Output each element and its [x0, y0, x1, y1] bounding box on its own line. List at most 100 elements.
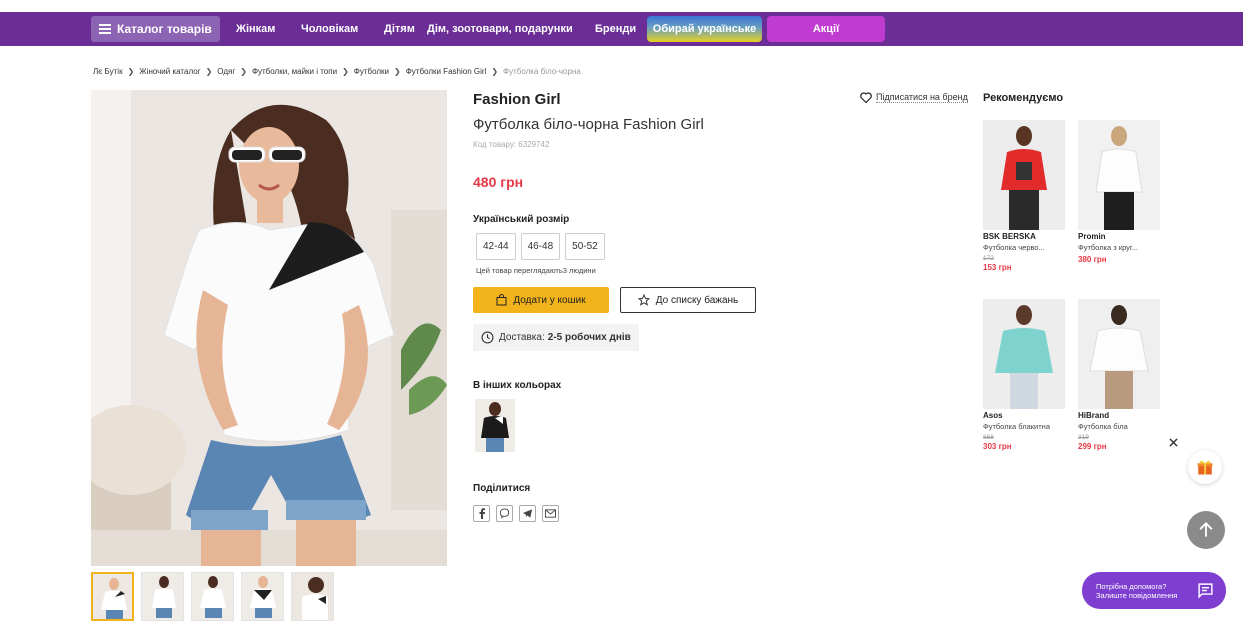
product-sku: Код товару: 6329742	[473, 140, 550, 149]
recommendation-old-price: 319	[1078, 434, 1089, 441]
recommendation-price: 303 грн	[983, 442, 1012, 451]
delivery-clock-icon	[481, 331, 494, 344]
recommendation-price: 380 грн	[1078, 255, 1107, 264]
recommendation-card-1[interactable]: BSK BERSKA Футболка черво... 172 153 грн	[983, 120, 1068, 272]
viewers-count-note: Цей товар переглядають3 людини	[476, 266, 596, 275]
viber-icon	[499, 508, 510, 519]
recommendation-image	[1078, 299, 1160, 409]
thumbnail-image	[242, 573, 283, 620]
nav-link-men[interactable]: Чоловікам	[301, 12, 358, 46]
chat-icon	[1198, 583, 1213, 599]
main-product-photo[interactable]	[91, 90, 447, 566]
star-icon	[637, 294, 650, 306]
recommendation-name: Футболка з круг...	[1078, 243, 1138, 252]
thumbnail-5[interactable]	[291, 572, 334, 621]
breadcrumb-home[interactable]: Лє Бутік	[93, 67, 123, 76]
gift-icon	[1197, 460, 1213, 475]
recommendation-card-3[interactable]: Asos Футболка блакитна 868 303 грн	[983, 299, 1068, 451]
brand-title[interactable]: Fashion Girl	[473, 91, 561, 108]
shopping-bag-icon	[496, 294, 507, 306]
main-menu-bar: Каталог товарів Жінкам Чоловікам Дітям Д…	[0, 12, 1243, 46]
nav-link-home-pets-gifts[interactable]: Дім, зоотовари, подарунки	[427, 12, 573, 46]
breadcrumb-chevron-icon: ❯	[127, 66, 135, 76]
recommendation-image	[983, 299, 1065, 409]
recommendation-name: Футболка блакитна	[983, 422, 1050, 431]
share-heading: Поділитися	[473, 483, 531, 494]
other-colors-heading: В інших кольорах	[473, 380, 562, 391]
heart-icon	[860, 92, 872, 103]
breadcrumb-current: Футболка біло-чорна	[503, 66, 581, 76]
thumbnail-image	[292, 573, 333, 620]
help-line-1: Потрібна допомога?	[1096, 581, 1167, 591]
size-option-42-44[interactable]: 42-44	[476, 233, 516, 260]
share-email-button[interactable]	[542, 505, 559, 522]
close-icon	[1168, 437, 1178, 447]
follow-brand-label: Підписатися на бренд	[876, 92, 968, 103]
photo-thumbnails	[91, 572, 334, 621]
breadcrumb-chevron-icon: ❯	[342, 66, 349, 76]
product-price: 480 грн	[473, 174, 524, 190]
nav-link-kids[interactable]: Дітям	[384, 12, 415, 46]
add-to-cart-button[interactable]: Додати у кошик	[473, 287, 609, 313]
recommendation-name: Футболка біла	[1078, 422, 1128, 431]
thumbnail-4[interactable]	[241, 572, 284, 621]
catalog-label: Каталог товарів	[117, 22, 212, 36]
thumbnail-image	[142, 573, 183, 620]
gift-button[interactable]	[1188, 450, 1222, 484]
nav-link-women[interactable]: Жінкам	[236, 12, 275, 46]
size-heading: Український розмір	[473, 214, 570, 225]
help-text: Потрібна допомога? Залиште повідомлення	[1096, 582, 1177, 600]
recommendation-brand: HiBrand	[1078, 411, 1110, 420]
recommendation-photo	[983, 120, 1065, 230]
breadcrumb-tshirts[interactable]: Футболки	[354, 67, 389, 76]
thumbnail-2[interactable]	[141, 572, 184, 621]
help-chat-button[interactable]: Потрібна допомога? Залиште повідомлення	[1082, 572, 1226, 609]
recommendation-photo	[983, 299, 1065, 409]
breadcrumb: Лє Бутік ❯ Жіночий каталог ❯ Одяг ❯ Футболк…	[93, 64, 581, 78]
top-navigation: Каталог товарів Жінкам Чоловікам Дітям Д…	[0, 0, 1243, 52]
thumbnail-1[interactable]	[91, 572, 134, 621]
add-to-cart-label: Додати у кошик	[513, 294, 586, 306]
recommendation-old-price: 172	[983, 255, 994, 262]
recommendation-brand: BSK BERSKA	[983, 232, 1036, 241]
recommendation-card-4[interactable]: HiBrand Футболка біла 319 299 грн	[1078, 299, 1163, 451]
follow-brand-button[interactable]: Підписатися на бренд	[860, 92, 968, 103]
burger-menu-icon	[99, 24, 111, 34]
breadcrumb-clothes[interactable]: Одяг	[217, 67, 235, 76]
thumbnail-3[interactable]	[191, 572, 234, 621]
recommendations-heading: Рекомендуємо	[983, 92, 1064, 104]
recommendation-image	[983, 120, 1065, 230]
size-selector: 42-44 46-48 50-52	[476, 233, 605, 260]
facebook-icon	[479, 508, 485, 519]
recommendation-card-2[interactable]: Promin Футболка з круг... 380 грн	[1078, 120, 1163, 264]
size-option-46-48[interactable]: 46-48	[520, 233, 561, 260]
share-telegram-button[interactable]	[519, 505, 536, 522]
breadcrumb-brand-tshirts[interactable]: Футболки Fashion Girl	[406, 67, 487, 76]
other-color-variant-black[interactable]	[475, 399, 515, 452]
delivery-info: Доставка: 2-5 робочих днів	[473, 324, 639, 351]
breadcrumb-chevron-icon: ❯	[205, 66, 213, 76]
thumbnail-image	[93, 574, 132, 619]
help-line-2: Залиште повідомлення	[1096, 590, 1178, 600]
close-gift-popup-button[interactable]	[1166, 435, 1180, 449]
sale-button[interactable]: Акції	[767, 16, 885, 42]
scroll-to-top-button[interactable]	[1187, 511, 1225, 549]
recommendation-brand: Asos	[983, 411, 1003, 420]
product-title: Футболка біло-чорна Fashion Girl	[473, 116, 704, 133]
recommendation-image	[1078, 120, 1160, 230]
choose-ukrainian-button[interactable]: Обирай українське	[647, 16, 762, 42]
share-facebook-button[interactable]	[473, 505, 490, 522]
telegram-icon	[522, 509, 533, 518]
catalog-menu-button[interactable]: Каталог товарів	[91, 16, 220, 42]
add-to-wishlist-button[interactable]: До списку бажань	[620, 287, 756, 313]
email-icon	[545, 509, 556, 518]
breadcrumb-tshirts-tops[interactable]: Футболки, майки і топи	[252, 67, 337, 76]
recommendation-name: Футболка черво...	[983, 243, 1045, 252]
thumbnail-image	[192, 573, 233, 620]
nav-link-brands[interactable]: Бренди	[595, 12, 636, 46]
size-option-50-52[interactable]: 50-52	[565, 233, 605, 260]
breadcrumb-women-catalog[interactable]: Жіночий каталог	[139, 67, 200, 76]
arrow-up-icon	[1199, 522, 1213, 537]
share-viber-button[interactable]	[496, 505, 513, 522]
recommendation-photo	[1078, 299, 1160, 409]
